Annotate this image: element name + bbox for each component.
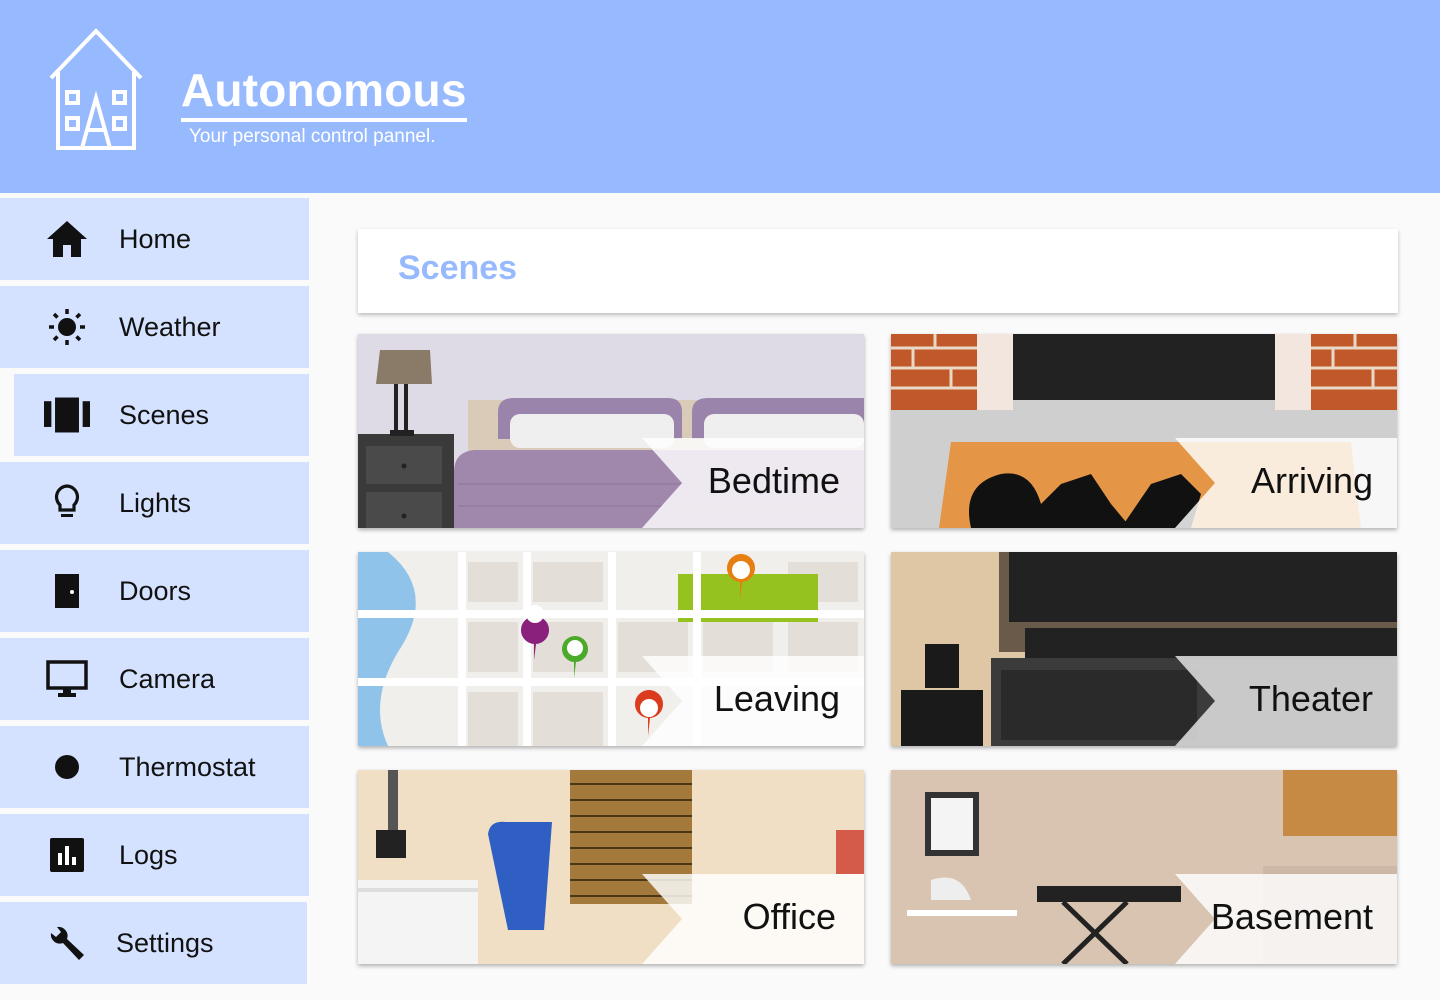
app-header: Autonomous Your personal control pannel. <box>0 0 1440 193</box>
sidebar-item-doors[interactable]: Doors <box>0 550 309 632</box>
page-title: Scenes <box>398 249 518 287</box>
app-title: Autonomous <box>181 64 467 122</box>
app-subtitle: Your personal control pannel. <box>189 126 436 147</box>
sidebar-item-scenes[interactable]: Scenes <box>14 374 309 456</box>
sidebar-item-label: Logs <box>119 839 178 870</box>
scene-card-bedtime[interactable]: Bedtime <box>358 334 864 528</box>
sidebar-item-label: Weather <box>119 311 221 342</box>
scene-card-label: Office <box>742 896 836 937</box>
monitor-icon <box>44 656 90 702</box>
scene-card-label: Leaving <box>713 678 840 719</box>
bar-chart-icon <box>44 832 90 878</box>
scenes-panel-header: Scenes <box>358 229 1398 313</box>
home-icon <box>44 216 90 262</box>
sidebar-item-weather[interactable]: Weather <box>0 286 309 368</box>
scene-card-theater[interactable]: Theater <box>891 552 1397 746</box>
sidebar-item-label: Settings <box>116 927 214 958</box>
door-icon <box>44 568 90 614</box>
sidebar-item-home[interactable]: Home <box>0 198 309 280</box>
scene-card-leaving[interactable]: Leaving <box>358 552 864 746</box>
wrench-icon <box>44 920 90 966</box>
scenes-icon <box>44 392 90 438</box>
scene-card-label: Bedtime <box>707 460 840 501</box>
sidebar-item-label: Doors <box>119 575 192 606</box>
sun-icon <box>44 304 90 350</box>
circle-icon <box>44 744 90 790</box>
sidebar-item-label: Home <box>119 223 192 254</box>
scene-card-label: Basement <box>1210 896 1373 937</box>
scene-card-office[interactable]: Office <box>358 770 864 964</box>
sidebar-item-label: Camera <box>119 663 216 694</box>
sidebar-nav: Home Weather Scenes Lights Doors Camera … <box>0 193 310 1000</box>
scene-card-label: Arriving <box>1250 460 1373 501</box>
sidebar-item-lights[interactable]: Lights <box>0 462 309 544</box>
scene-card-arriving[interactable]: Arriving <box>891 334 1397 528</box>
sidebar-item-thermostat[interactable]: Thermostat <box>0 726 309 808</box>
sidebar-item-label: Lights <box>119 487 192 518</box>
sidebar-item-label: Scenes <box>119 399 210 430</box>
scene-card-basement[interactable]: Basement <box>891 770 1397 964</box>
sidebar-item-logs[interactable]: Logs <box>0 814 309 896</box>
sidebar-item-settings[interactable]: Settings <box>0 902 307 984</box>
sidebar-item-label: Thermostat <box>119 751 256 782</box>
lightbulb-icon <box>44 480 90 526</box>
house-logo-icon <box>49 28 143 150</box>
sidebar-item-camera[interactable]: Camera <box>0 638 309 720</box>
scene-card-label: Theater <box>1248 678 1373 719</box>
